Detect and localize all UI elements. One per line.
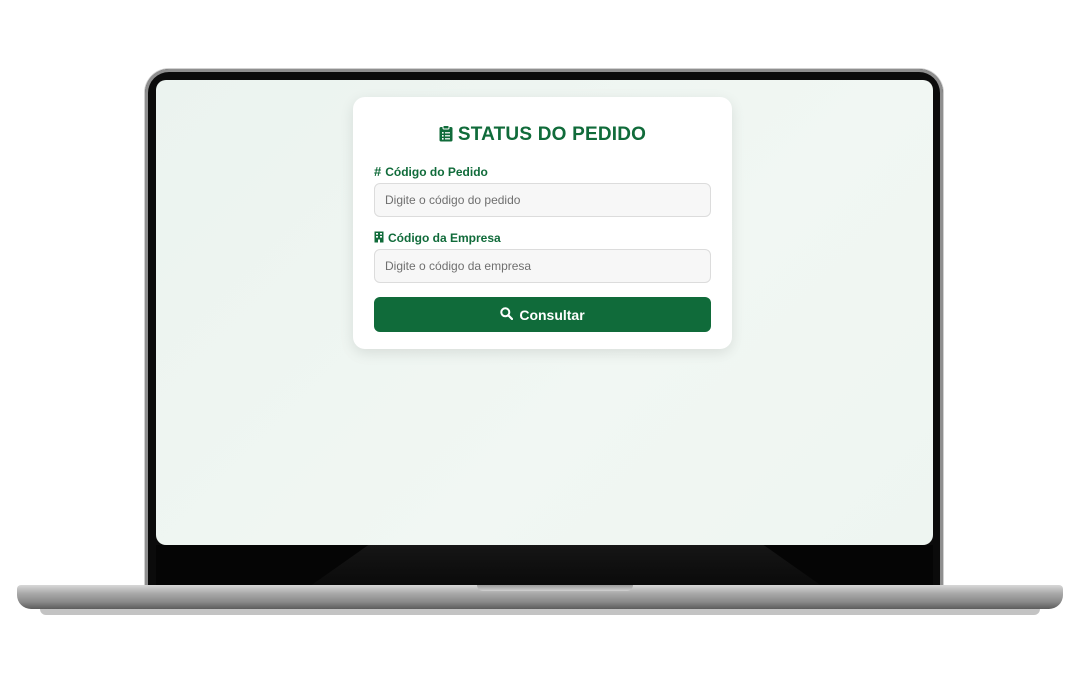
company-code-input[interactable]: [374, 249, 711, 283]
laptop-bezel-bottom: [156, 545, 933, 589]
order-code-label: # Código do Pedido: [374, 164, 488, 179]
title-text: STATUS DO PEDIDO: [457, 124, 647, 145]
company-code-label: Código da Empresa: [374, 230, 501, 245]
consultar-button-label: Consultar: [519, 306, 585, 323]
keyboard-reflection: [306, 545, 826, 589]
building-icon: [374, 230, 384, 245]
consultar-button[interactable]: Consultar: [374, 297, 711, 332]
laptop-base-notch: [477, 585, 633, 591]
order-code-label-text: Código do Pedido: [385, 165, 488, 179]
search-icon: [500, 306, 514, 323]
page-title: STATUS DO PEDIDO: [353, 124, 732, 148]
company-code-label-text: Código da Empresa: [388, 231, 501, 245]
hashtag-icon: #: [374, 164, 382, 179]
order-code-input[interactable]: [374, 183, 711, 217]
clipboard-list-icon: [439, 125, 453, 148]
order-status-card: STATUS DO PEDIDO #Código do Pedido Códig…: [353, 97, 732, 349]
laptop-base-shadow: [40, 609, 1040, 615]
laptop-base: [17, 585, 1063, 609]
